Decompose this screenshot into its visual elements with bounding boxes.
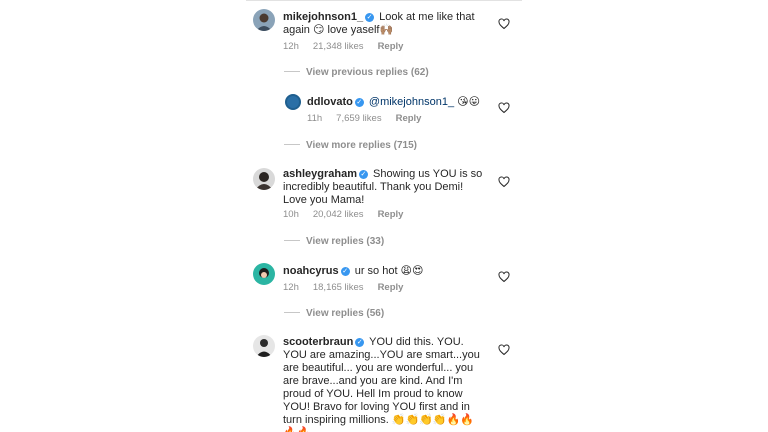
heart-icon[interactable] <box>498 102 510 114</box>
heart-icon[interactable] <box>498 18 510 30</box>
comment-time: 12h <box>283 41 299 52</box>
reply-button[interactable]: Reply <box>396 113 422 124</box>
comment-body: ashleygraham ✓ Showing us YOU is so incre… <box>283 168 483 207</box>
view-more-replies[interactable]: View more replies (715) <box>284 140 417 152</box>
avatar-mikejohnson1[interactable] <box>253 9 275 31</box>
comment-text: ur so hot 😩😍 <box>354 265 424 277</box>
verified-badge-icon: ✓ <box>365 13 375 22</box>
heart-icon[interactable] <box>498 271 510 283</box>
view-replies[interactable]: View replies (33) <box>284 236 384 248</box>
avatar-ashleygraham[interactable] <box>253 168 275 190</box>
reply-body: ddlovato ✓ @mikejohnson1_ 😘😛 <box>307 96 497 109</box>
verified-badge-icon: ✓ <box>340 267 350 276</box>
heart-icon[interactable] <box>498 176 510 188</box>
comment-username[interactable]: ddlovato <box>307 96 353 108</box>
verified-badge-icon: ✓ <box>354 98 364 107</box>
comment-time: 10h <box>283 209 299 220</box>
view-previous-replies[interactable]: View previous replies (62) <box>284 67 429 79</box>
comment-username[interactable]: scooterbraun <box>283 336 353 348</box>
view-replies[interactable]: View replies (56) <box>284 308 384 320</box>
thread-line <box>284 144 300 145</box>
thread-line <box>284 312 300 313</box>
comment-body: mikejohnson1_ ✓ Look at me like that agai… <box>283 11 495 37</box>
comment-text: 😘😛 <box>457 96 481 108</box>
comment-username[interactable]: noahcyrus <box>283 265 339 277</box>
comment-time: 12h <box>283 282 299 293</box>
comment-likes[interactable]: 20,042 likes <box>313 209 364 220</box>
reply-button[interactable]: Reply <box>378 41 404 52</box>
comment-likes[interactable]: 18,165 likes <box>313 282 364 293</box>
avatar-noahcyrus[interactable] <box>253 263 275 285</box>
avatar-scooterbraun[interactable] <box>253 335 275 357</box>
comment-time: 11h <box>307 113 323 124</box>
comment-username[interactable]: ashleygraham <box>283 168 357 180</box>
verified-badge-icon: ✓ <box>358 170 368 179</box>
view-more-replies-label: View more replies (715) <box>306 140 417 151</box>
verified-badge-icon: ✓ <box>355 338 365 347</box>
comment-likes[interactable]: 21,348 likes <box>313 41 364 52</box>
comment-username[interactable]: mikejohnson1_ <box>283 11 363 23</box>
comment-meta: 11h 7,659 likes Reply <box>307 113 435 124</box>
comment-text: YOU did this. YOU. YOU are amazing...YOU… <box>283 336 480 432</box>
view-replies-label: View replies (56) <box>306 308 385 319</box>
mention-link[interactable]: @mikejohnson1_ <box>369 96 454 108</box>
view-replies-label: View replies (33) <box>306 236 385 247</box>
thread-line <box>284 71 300 72</box>
reply-button[interactable]: Reply <box>378 209 404 220</box>
thread-line <box>284 240 300 241</box>
avatar-ddlovato[interactable] <box>285 94 301 110</box>
comment-body: noahcyrus ✓ ur so hot 😩😍 <box>283 265 495 278</box>
reply-button[interactable]: Reply <box>378 282 404 293</box>
comment-meta: 10h 20,042 likes Reply <box>283 209 417 220</box>
view-previous-replies-label: View previous replies (62) <box>306 67 429 78</box>
comment-likes[interactable]: 7,659 likes <box>336 113 381 124</box>
comment-meta: 12h 21,348 likes Reply <box>283 41 417 52</box>
comment-body: scooterbraun ✓ YOU did this. YOU. YOU are… <box>283 336 481 432</box>
heart-icon[interactable] <box>498 344 510 356</box>
divider <box>246 0 522 1</box>
comment-meta: 12h 18,165 likes Reply <box>283 282 417 293</box>
